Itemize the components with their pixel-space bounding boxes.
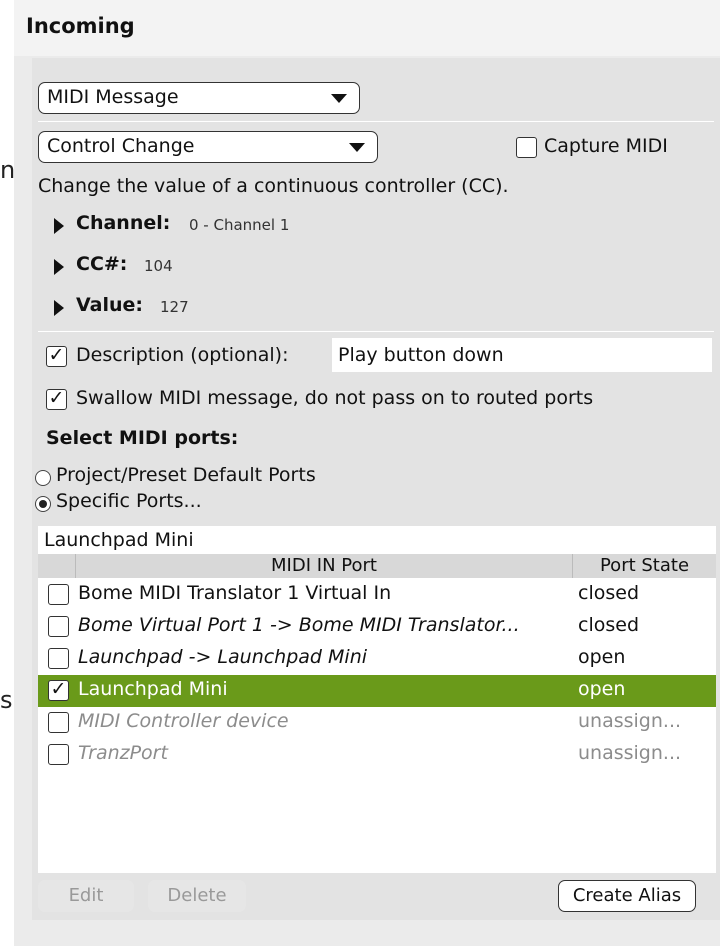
radio-default-ports[interactable] — [35, 470, 51, 486]
table-row[interactable]: TranzPort unassign... — [38, 739, 716, 771]
port-state: open — [578, 678, 626, 700]
cc-number-value: 104 — [144, 257, 173, 275]
value-label[interactable]: Value: — [76, 294, 143, 316]
port-name: Bome MIDI Translator 1 Virtual In — [78, 582, 392, 604]
table-row[interactable]: Launchpad -> Launchpad Mini open — [38, 643, 716, 675]
chevron-down-icon — [349, 143, 365, 152]
port-state: closed — [578, 614, 639, 636]
chevron-down-icon — [331, 94, 347, 103]
port-state: unassign... — [578, 710, 682, 732]
port-state: closed — [578, 582, 639, 604]
port-checkbox[interactable]: ✓ — [48, 678, 69, 701]
message-help-text: Change the value of a continuous control… — [38, 175, 509, 197]
expand-triangle-icon[interactable] — [54, 259, 64, 275]
description-checkbox[interactable]: ✓ — [46, 344, 67, 367]
description-input[interactable]: Play button down — [332, 338, 712, 372]
checkmark-icon: ✓ — [48, 344, 65, 366]
port-state: open — [578, 646, 626, 668]
table-row[interactable]: MIDI Controller device unassign... — [38, 707, 716, 739]
port-checkbox[interactable] — [48, 584, 69, 605]
left-partial-strip: n s — [0, 0, 16, 946]
description-label: Description (optional): — [76, 344, 289, 366]
port-name: MIDI Controller device — [78, 710, 289, 732]
port-state: unassign... — [578, 742, 682, 764]
port-name: Launchpad Mini — [78, 678, 228, 700]
port-name: Bome Virtual Port 1 -> Bome MIDI Transla… — [78, 614, 520, 636]
table-header-state[interactable]: Port State — [573, 554, 716, 578]
capture-midi-checkbox[interactable] — [516, 137, 537, 158]
delete-button[interactable]: Delete — [148, 880, 246, 912]
port-checkbox[interactable] — [48, 616, 69, 637]
table-row[interactable]: Bome Virtual Port 1 -> Bome MIDI Transla… — [38, 611, 716, 643]
channel-label[interactable]: Channel: — [76, 212, 170, 234]
partial-text-bottom: s — [0, 686, 13, 714]
divider — [38, 121, 714, 122]
radio-selected-dot — [39, 500, 47, 508]
expand-triangle-icon[interactable] — [54, 218, 64, 234]
port-checkbox[interactable] — [48, 648, 69, 669]
panel-header: Incoming — [14, 0, 720, 56]
message-subtype-select[interactable]: Control Change — [38, 131, 378, 163]
partial-text-top: n — [0, 156, 16, 184]
port-name: TranzPort — [78, 742, 168, 764]
checkmark-icon: ✓ — [50, 678, 67, 700]
checkmark-icon: ✓ — [48, 387, 65, 409]
swallow-label: Swallow MIDI message, do not pass on to … — [76, 387, 594, 409]
port-table: Launchpad Mini MIDI IN Port Port State B… — [38, 526, 716, 873]
radio-specific-ports-label[interactable]: Specific Ports... — [56, 490, 202, 512]
capture-midi-label: Capture MIDI — [544, 135, 668, 157]
incoming-panel: Incoming MIDI Message Control Change Cap… — [14, 0, 720, 946]
channel-value: 0 - Channel 1 — [189, 216, 290, 234]
value-value: 127 — [160, 298, 189, 316]
swallow-checkbox[interactable]: ✓ — [46, 387, 67, 410]
panel-title: Incoming — [26, 14, 135, 38]
create-alias-button[interactable]: Create Alias — [558, 880, 696, 912]
cc-number-label[interactable]: CC#: — [76, 253, 127, 275]
radio-default-ports-label[interactable]: Project/Preset Default Ports — [56, 464, 316, 486]
table-header-check — [38, 554, 76, 578]
message-subtype-value: Control Change — [47, 135, 195, 157]
table-header-port[interactable]: MIDI IN Port — [76, 554, 573, 578]
message-type-value: MIDI Message — [47, 86, 179, 108]
expand-triangle-icon[interactable] — [54, 300, 64, 316]
port-filter-label: Launchpad Mini — [38, 526, 716, 554]
incoming-content: MIDI Message Control Change Capture MIDI… — [32, 58, 720, 920]
port-checkbox[interactable] — [48, 744, 69, 765]
radio-specific-ports[interactable] — [35, 496, 51, 512]
table-row[interactable]: Bome MIDI Translator 1 Virtual In closed — [38, 579, 716, 611]
message-type-select[interactable]: MIDI Message — [38, 82, 360, 114]
table-header: MIDI IN Port Port State — [38, 554, 716, 578]
select-ports-heading: Select MIDI ports: — [46, 427, 239, 449]
table-row-selected[interactable]: ✓ Launchpad Mini open — [38, 675, 716, 707]
port-name: Launchpad -> Launchpad Mini — [78, 646, 368, 668]
edit-button[interactable]: Edit — [38, 880, 134, 912]
port-checkbox[interactable] — [48, 712, 69, 733]
divider — [38, 331, 714, 332]
